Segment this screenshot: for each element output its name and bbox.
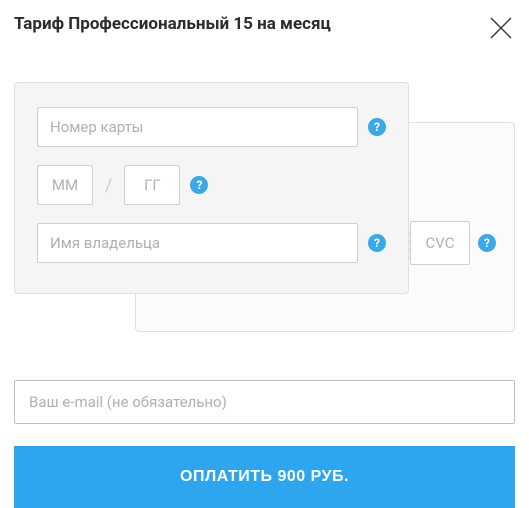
card-number-help-icon[interactable]: ?	[368, 118, 386, 136]
email-input[interactable]	[14, 380, 515, 424]
cardholder-help-icon[interactable]: ?	[368, 234, 386, 252]
card-front: ? / ? ?	[14, 82, 409, 294]
cvc-input[interactable]	[410, 221, 470, 265]
page-title: Тариф Профессиональный 15 на месяц	[14, 14, 331, 34]
cvc-help-icon[interactable]: ?	[478, 234, 496, 252]
close-icon[interactable]	[487, 14, 515, 42]
card-area: ? ? / ? ?	[14, 82, 515, 322]
expiry-year-input[interactable]	[124, 165, 180, 205]
pay-button[interactable]: ОПЛАТИТЬ 900 РУБ.	[14, 446, 515, 508]
card-number-input[interactable]	[37, 107, 358, 147]
expiry-month-input[interactable]	[37, 165, 93, 205]
expiry-separator: /	[105, 175, 112, 196]
expiry-help-icon[interactable]: ?	[190, 176, 208, 194]
cardholder-name-input[interactable]	[37, 223, 358, 263]
